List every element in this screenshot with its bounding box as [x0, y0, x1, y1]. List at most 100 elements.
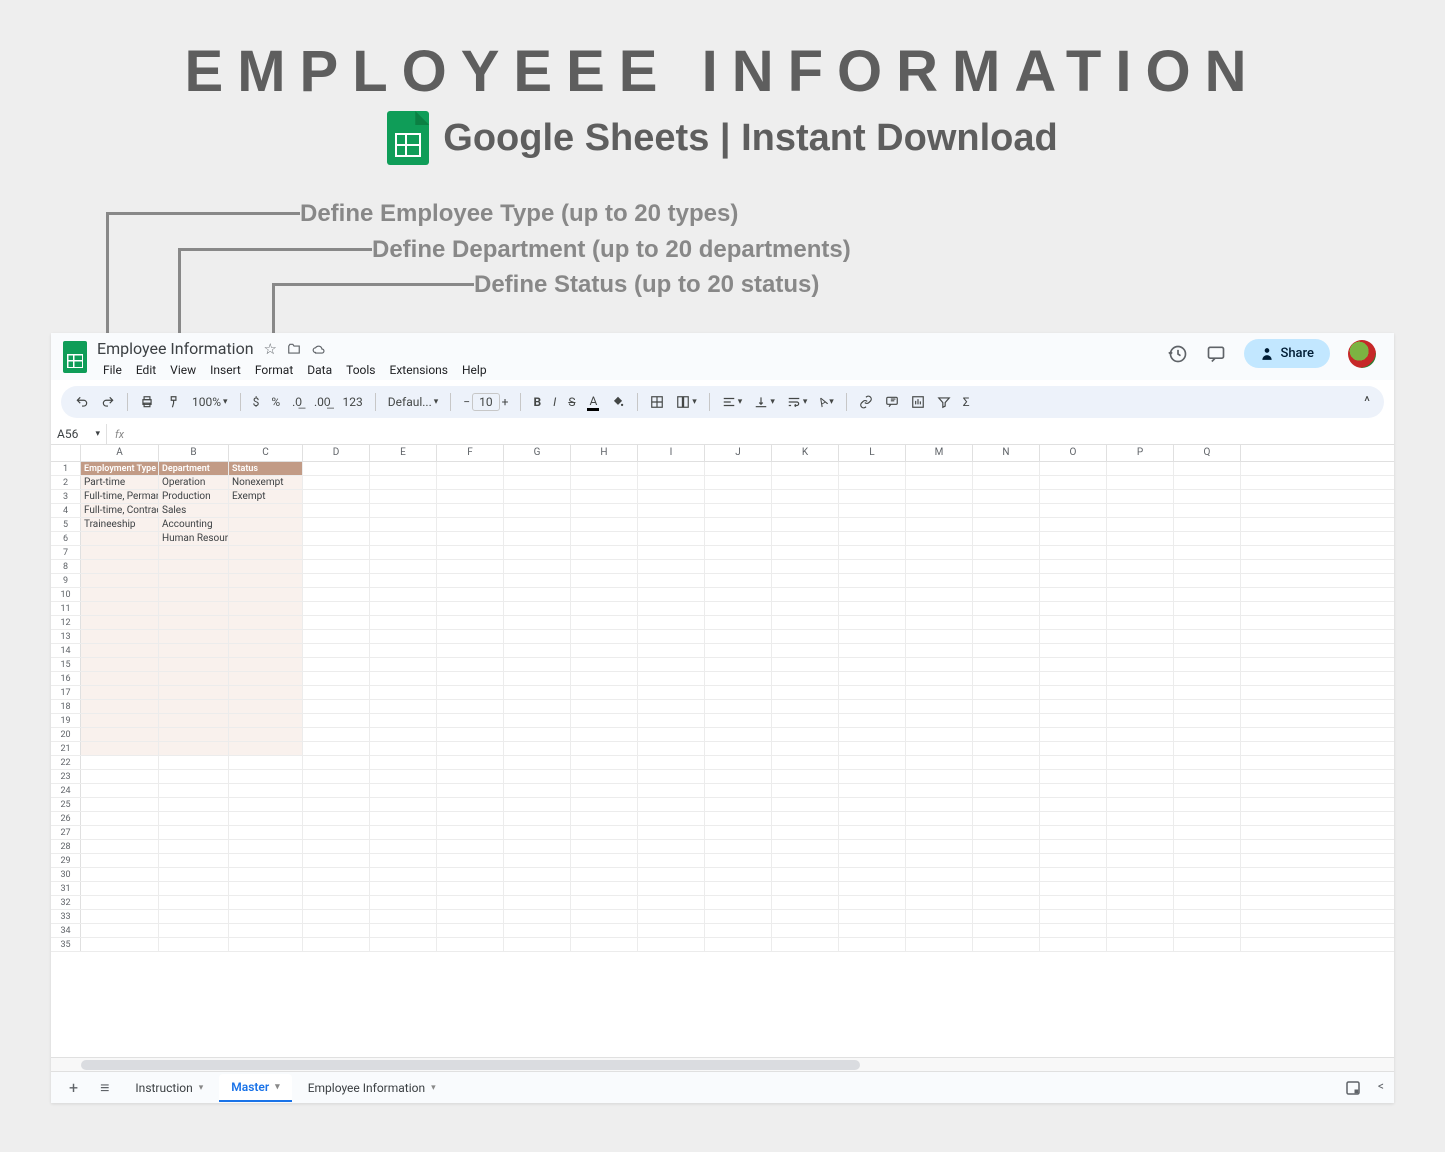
row-header[interactable]: 13 — [51, 630, 81, 643]
cell[interactable] — [159, 798, 229, 811]
cell[interactable] — [229, 714, 303, 727]
cell[interactable] — [1107, 868, 1174, 881]
cell[interactable] — [437, 882, 504, 895]
cell[interactable] — [1040, 700, 1107, 713]
cell[interactable] — [303, 756, 370, 769]
cell[interactable] — [229, 826, 303, 839]
cell[interactable] — [973, 588, 1040, 601]
cell[interactable] — [1174, 812, 1241, 825]
cell[interactable] — [638, 672, 705, 685]
cell[interactable] — [772, 784, 839, 797]
cell[interactable] — [906, 700, 973, 713]
cell[interactable] — [1174, 938, 1241, 951]
cell[interactable] — [370, 602, 437, 615]
cell[interactable] — [571, 602, 638, 615]
cell[interactable] — [772, 728, 839, 741]
cell[interactable]: Traineeship — [81, 518, 159, 531]
cell[interactable] — [1107, 742, 1174, 755]
cell[interactable] — [504, 630, 571, 643]
cell[interactable] — [772, 938, 839, 951]
cell[interactable] — [973, 560, 1040, 573]
cell[interactable] — [638, 728, 705, 741]
cell[interactable]: Human Resource — [159, 532, 229, 545]
row-header[interactable]: 5 — [51, 518, 81, 531]
cell[interactable] — [1040, 602, 1107, 615]
cell[interactable] — [1107, 728, 1174, 741]
spreadsheet-grid[interactable]: ABCDEFGHIJKLMNOPQ 1Employment TypeDepart… — [51, 445, 1394, 1057]
cell[interactable] — [1174, 546, 1241, 559]
cell[interactable] — [370, 826, 437, 839]
menu-format[interactable]: Format — [249, 360, 299, 380]
col-header[interactable]: L — [839, 445, 906, 461]
cell[interactable] — [1040, 630, 1107, 643]
cell[interactable] — [370, 784, 437, 797]
cell[interactable] — [906, 588, 973, 601]
cell[interactable] — [370, 938, 437, 951]
cell[interactable] — [229, 658, 303, 671]
cell[interactable] — [1174, 462, 1241, 475]
cell[interactable] — [772, 588, 839, 601]
cell[interactable] — [370, 910, 437, 923]
cell[interactable] — [1174, 742, 1241, 755]
account-avatar[interactable] — [1348, 340, 1376, 368]
row-header[interactable]: 19 — [51, 714, 81, 727]
cell[interactable] — [705, 924, 772, 937]
cell[interactable] — [772, 532, 839, 545]
cell[interactable] — [973, 924, 1040, 937]
cell[interactable] — [906, 714, 973, 727]
cell[interactable] — [1040, 784, 1107, 797]
cell[interactable] — [571, 910, 638, 923]
cell[interactable] — [303, 826, 370, 839]
cell[interactable] — [81, 560, 159, 573]
cell[interactable] — [839, 840, 906, 853]
cell[interactable] — [1040, 658, 1107, 671]
col-header[interactable]: I — [638, 445, 705, 461]
cell[interactable] — [571, 560, 638, 573]
cell[interactable] — [1040, 714, 1107, 727]
cell[interactable] — [437, 490, 504, 503]
cell[interactable] — [303, 630, 370, 643]
cell[interactable] — [571, 504, 638, 517]
cell[interactable] — [437, 770, 504, 783]
cell[interactable] — [839, 518, 906, 531]
cell[interactable] — [1040, 826, 1107, 839]
row-header[interactable]: 10 — [51, 588, 81, 601]
cell[interactable] — [839, 644, 906, 657]
strike-button[interactable]: S — [564, 392, 579, 412]
cell[interactable] — [370, 882, 437, 895]
cell[interactable] — [638, 658, 705, 671]
cell[interactable] — [437, 630, 504, 643]
horizontal-align-button[interactable]: ▾ — [718, 392, 747, 412]
cell[interactable] — [571, 798, 638, 811]
borders-button[interactable] — [646, 392, 668, 412]
cell[interactable] — [229, 784, 303, 797]
cell[interactable] — [370, 490, 437, 503]
cell[interactable] — [504, 882, 571, 895]
cell[interactable] — [638, 644, 705, 657]
cell[interactable] — [705, 840, 772, 853]
cell[interactable] — [303, 518, 370, 531]
row-header[interactable]: 3 — [51, 490, 81, 503]
cell[interactable] — [81, 826, 159, 839]
cell[interactable] — [839, 574, 906, 587]
cell[interactable] — [370, 546, 437, 559]
cell[interactable] — [973, 658, 1040, 671]
cell[interactable] — [973, 630, 1040, 643]
cell[interactable] — [705, 742, 772, 755]
cell[interactable] — [906, 490, 973, 503]
cell[interactable] — [705, 770, 772, 783]
undo-button[interactable] — [71, 392, 93, 412]
cell[interactable] — [504, 574, 571, 587]
cell[interactable] — [370, 672, 437, 685]
cell[interactable] — [81, 770, 159, 783]
cell[interactable] — [1040, 770, 1107, 783]
cell[interactable] — [504, 518, 571, 531]
cell[interactable] — [772, 714, 839, 727]
cell[interactable] — [705, 798, 772, 811]
cell[interactable] — [705, 896, 772, 909]
cell[interactable] — [571, 518, 638, 531]
cell[interactable] — [1040, 546, 1107, 559]
row-header[interactable]: 20 — [51, 728, 81, 741]
cell[interactable] — [772, 504, 839, 517]
row-header[interactable]: 12 — [51, 616, 81, 629]
